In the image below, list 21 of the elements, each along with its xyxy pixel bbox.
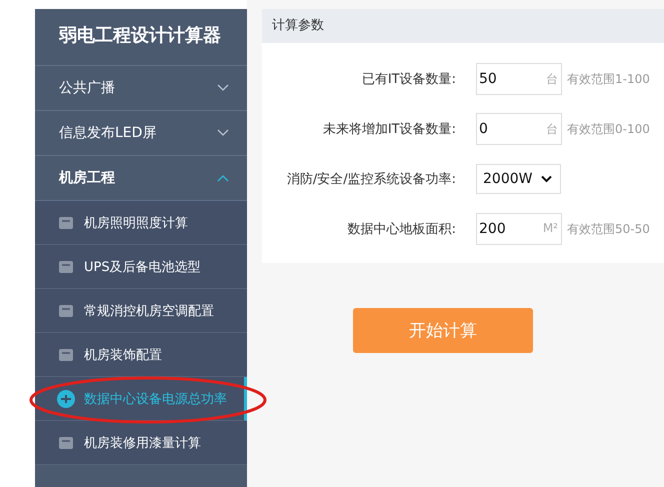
- menu-item[interactable]: 机房装饰配置: [35, 333, 247, 377]
- range-hint: 有效范围1-100: [567, 70, 650, 88]
- menu-item[interactable]: 机房照明照度计算: [35, 201, 247, 245]
- field-label: 消防/安全/监控系统设备功率:: [286, 171, 456, 188]
- panel-title: 计算参数: [262, 9, 664, 43]
- menu-item[interactable]: 机房装修用漆量计算: [35, 421, 247, 465]
- range-hint: 有效范围0-100: [567, 120, 650, 138]
- menu-item[interactable]: UPS及后备电池选型: [35, 245, 247, 289]
- unit-label: M²: [542, 221, 558, 235]
- field-label: 未来将增加IT设备数量:: [322, 121, 456, 138]
- chevron-down-icon: [541, 175, 552, 183]
- unit-label: 台: [546, 71, 558, 88]
- chevron-down-icon: [217, 84, 229, 92]
- unit-label: 台: [546, 121, 558, 138]
- field-label: 已有IT设备数量:: [360, 71, 456, 88]
- field-label: 数据中心地板面积:: [346, 221, 456, 238]
- power-dropdown[interactable]: 2000W: [476, 164, 561, 194]
- range-hint: 有效范围50-50: [567, 220, 650, 238]
- chevron-up-icon: [217, 174, 229, 182]
- chevron-down-icon: [217, 129, 229, 137]
- menu-item[interactable]: 常规消控机房空调配置: [35, 289, 247, 333]
